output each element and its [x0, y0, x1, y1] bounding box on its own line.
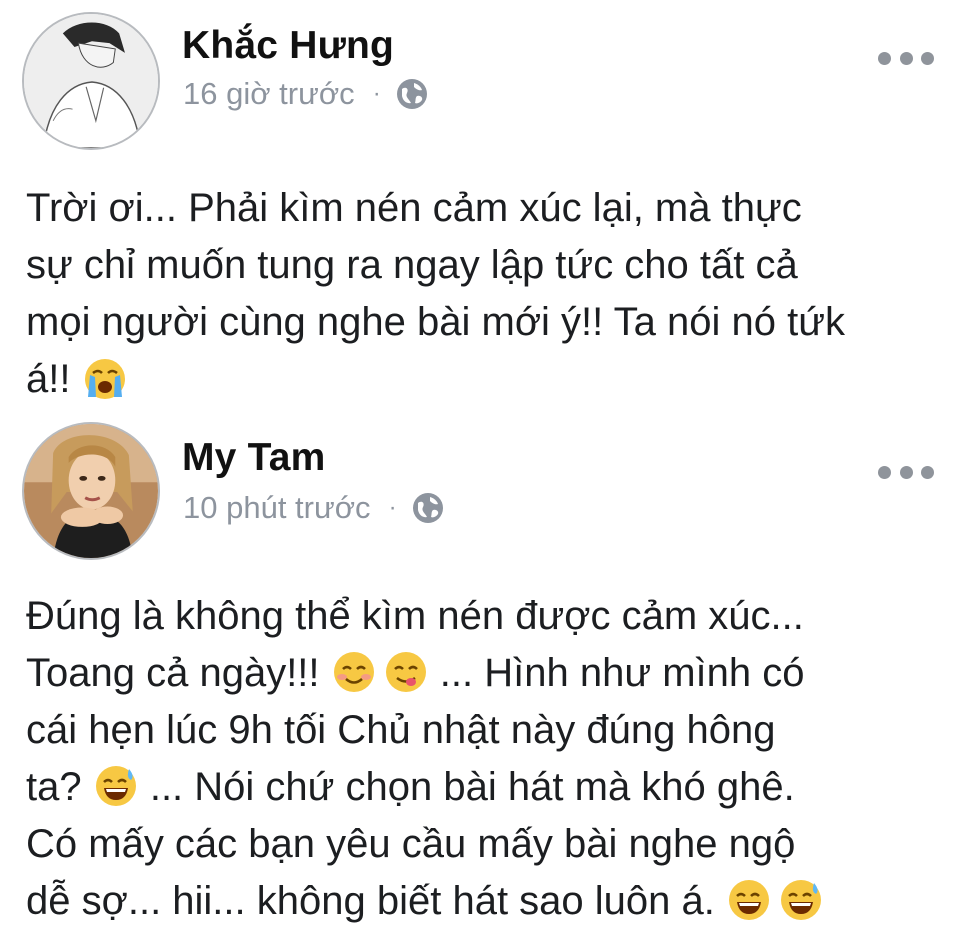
- post-text-line: ta? ... Nói chứ chọn bài hát mà khó ghê.: [26, 759, 946, 816]
- globe-icon: [411, 491, 445, 525]
- grinning-emoji: [726, 877, 772, 923]
- meta-separator: ·: [372, 80, 381, 107]
- post-text-line: mọi người cùng nghe bài mới ý!! Ta nói n…: [26, 300, 846, 344]
- post-timestamp[interactable]: 10 phút trước: [183, 490, 371, 526]
- post-text-fragment: á!!: [26, 357, 82, 401]
- crying-face-emoji: [82, 355, 128, 401]
- author-name[interactable]: Khắc Hưng: [182, 24, 394, 68]
- meta-separator: ·: [388, 494, 397, 521]
- post-text: Đúng là không thể kìm nén được cảm xúc..…: [26, 588, 946, 930]
- post-meta: 16 giờ trước ·: [183, 76, 429, 112]
- avatar-image: [24, 424, 158, 558]
- avatar-my-tam[interactable]: [22, 422, 160, 560]
- post-text-line: Trời ơi... Phải kìm nén cảm xúc lại, mà …: [26, 186, 802, 230]
- post-text-line: Đúng là không thể kìm nén được cảm xúc..…: [26, 594, 804, 638]
- post-text-line: á!!: [26, 351, 946, 408]
- post-text-line: dễ sợ... hii... không biết hát sao luôn …: [26, 873, 946, 930]
- yum-face-emoji: [383, 649, 429, 695]
- more-options-icon: [878, 51, 891, 65]
- post-text-line: cái hẹn lúc 9h tối Chủ nhật này đúng hôn…: [26, 708, 776, 752]
- post-timestamp[interactable]: 16 giờ trước: [183, 76, 355, 112]
- post-text-fragment: ... Nói chứ chọn bài hát mà khó ghê.: [138, 765, 795, 809]
- post-my-tam: My Tam 10 phút trước · Đúng là không thể…: [0, 410, 960, 928]
- post-text-fragment: Toang cả ngày!!!: [26, 651, 331, 695]
- avatar-khac-hung[interactable]: [22, 12, 160, 150]
- post-khac-hung: Khắc Hưng 16 giờ trước · Trời ơi... Phải…: [0, 0, 960, 410]
- more-options-button[interactable]: [878, 460, 934, 484]
- grinning-sweat-emoji: [778, 877, 824, 923]
- grinning-sweat-emoji: [93, 763, 139, 809]
- post-text-fragment: ... Hình như mình có: [428, 651, 805, 695]
- post-meta: 10 phút trước ·: [183, 490, 445, 526]
- post-text-line: Toang cả ngày!!! ... Hình như mình có: [26, 645, 946, 702]
- post-text-line: sự chỉ muốn tung ra ngay lập tức cho tất…: [26, 243, 798, 287]
- more-options-button[interactable]: [878, 46, 934, 70]
- avatar-image: [24, 14, 158, 148]
- author-name[interactable]: My Tam: [182, 436, 326, 480]
- more-options-icon: [878, 465, 891, 479]
- smiling-face-emoji: [331, 649, 377, 695]
- post-text-fragment: ta?: [26, 765, 93, 809]
- post-text-line: Có mấy các bạn yêu cầu mấy bài nghe ngộ: [26, 822, 796, 866]
- post-text-fragment: dễ sợ... hii... không biết hát sao luôn …: [26, 879, 726, 923]
- post-text: Trời ơi... Phải kìm nén cảm xúc lại, mà …: [26, 180, 946, 408]
- globe-icon: [395, 77, 429, 111]
